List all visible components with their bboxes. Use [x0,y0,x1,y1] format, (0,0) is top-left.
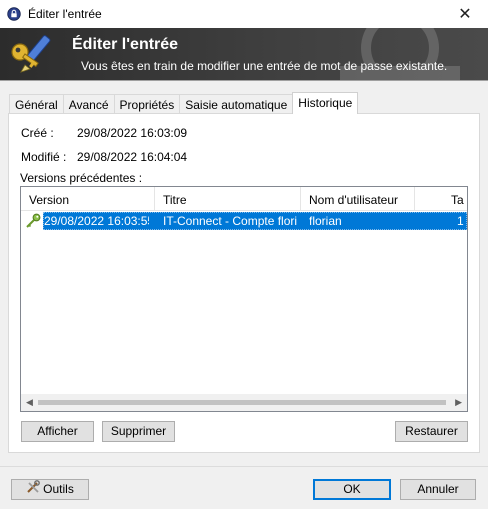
close-icon[interactable]: ✕ [442,0,488,28]
cancel-button-label: Annuler [417,482,459,496]
tab-general[interactable]: Général [9,94,64,114]
banner-divider [0,80,488,81]
restore-button-label: Restaurer [405,424,458,438]
delete-button[interactable]: Supprimer [102,421,175,442]
created-value: 29/08/2022 16:03:09 [77,126,188,140]
cancel-button[interactable]: Annuler [400,479,476,500]
column-version[interactable]: Version [21,187,155,211]
ok-button-label: OK [343,482,361,496]
tools-icon [26,480,41,500]
column-title[interactable]: Titre [155,187,301,211]
list-header: Version Titre Nom d'utilisateur Ta [21,187,467,211]
banner-subtitle: Vous êtes en train de modifier une entré… [81,59,448,73]
banner-title: Éditer l'entrée [72,36,179,53]
row-version: 29/08/2022 16:03:55 [44,214,149,228]
row-tags: 1 [457,214,464,228]
key-pen-icon [11,35,51,73]
versions-label: Versions précédentes : [20,171,143,185]
list-item[interactable]: 29/08/2022 16:03:55 IT-Connect - Compte … [21,212,467,230]
tab-advanced[interactable]: Avancé [62,94,115,114]
row-title: IT-Connect - Compte florian [163,214,297,228]
created-label: Créé : [21,126,54,140]
column-username[interactable]: Nom d'utilisateur [301,187,415,211]
ok-button[interactable]: OK [313,479,391,500]
horizontal-scrollbar[interactable]: ◀ ▶ [21,394,467,411]
delete-button-label: Supprimer [110,424,167,438]
footer-divider [0,466,488,467]
tab-properties[interactable]: Propriétés [113,94,181,114]
tab-history[interactable]: Historique [292,92,359,114]
header-banner: Éditer l'entrée Vous êtes en train de mo… [0,28,488,80]
modified-value: 29/08/2022 16:04:04 [77,150,188,164]
title-bar: Éditer l'entrée ✕ [0,0,488,28]
keepass-lock-icon [6,6,22,22]
tab-strip: Général Avancé Propriétés Saisie automat… [9,92,359,114]
scroll-left-icon[interactable]: ◀ [26,397,33,408]
versions-list[interactable]: Version Titre Nom d'utilisateur Ta 29/08… [20,186,468,412]
tools-button[interactable]: Outils [11,479,89,500]
view-button[interactable]: Afficher [21,421,94,442]
row-username: florian [309,214,342,228]
restore-button[interactable]: Restaurer [395,421,468,442]
scrollbar-thumb[interactable] [38,400,446,405]
scroll-right-icon[interactable]: ▶ [455,397,462,408]
tab-auto-type[interactable]: Saisie automatique [179,94,294,114]
view-button-label: Afficher [37,424,78,438]
key-icon [26,213,41,228]
column-tags[interactable]: Ta [415,187,467,211]
modified-label: Modifié : [21,150,67,164]
tools-button-label: Outils [43,482,74,497]
window-title: Éditer l'entrée [28,7,102,21]
